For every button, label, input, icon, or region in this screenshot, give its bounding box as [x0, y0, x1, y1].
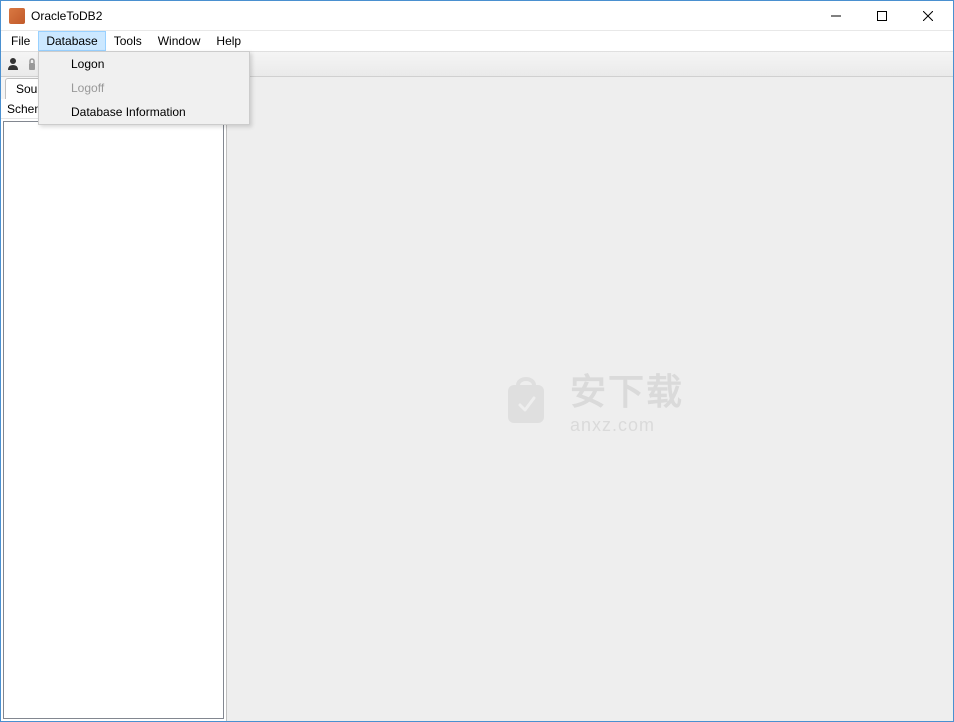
watermark-sub: anxz.com — [570, 415, 684, 436]
menu-item-logoff: Logoff — [39, 76, 249, 100]
main-content: 安下载 anxz.com — [227, 77, 953, 721]
sidebar: Source Schema — [1, 77, 227, 721]
menu-item-database-information[interactable]: Database Information — [39, 100, 249, 124]
window-title: OracleToDB2 — [31, 9, 102, 23]
maximize-button[interactable] — [859, 1, 905, 30]
menu-file[interactable]: File — [3, 31, 38, 51]
minimize-button[interactable] — [813, 1, 859, 30]
menubar: File Database Tools Window Help — [1, 31, 953, 52]
watermark-main: 安下载 — [570, 363, 684, 415]
titlebar: OracleToDB2 — [1, 1, 953, 31]
menu-help[interactable]: Help — [208, 31, 249, 51]
object-tree[interactable] — [3, 121, 224, 719]
app-icon — [9, 8, 25, 24]
close-button[interactable] — [905, 1, 951, 30]
database-dropdown: Logon Logoff Database Information — [38, 51, 250, 125]
toolbar-icon-1[interactable] — [5, 56, 21, 72]
menu-database[interactable]: Database — [38, 31, 105, 51]
watermark: 安下载 anxz.com — [496, 363, 684, 436]
bag-icon — [496, 369, 556, 429]
menu-item-logon[interactable]: Logon — [39, 52, 249, 76]
body-area: Source Schema 安下载 anxz.com — [1, 77, 953, 721]
window-controls — [813, 1, 951, 30]
menu-tools[interactable]: Tools — [106, 31, 150, 51]
menu-window[interactable]: Window — [150, 31, 209, 51]
